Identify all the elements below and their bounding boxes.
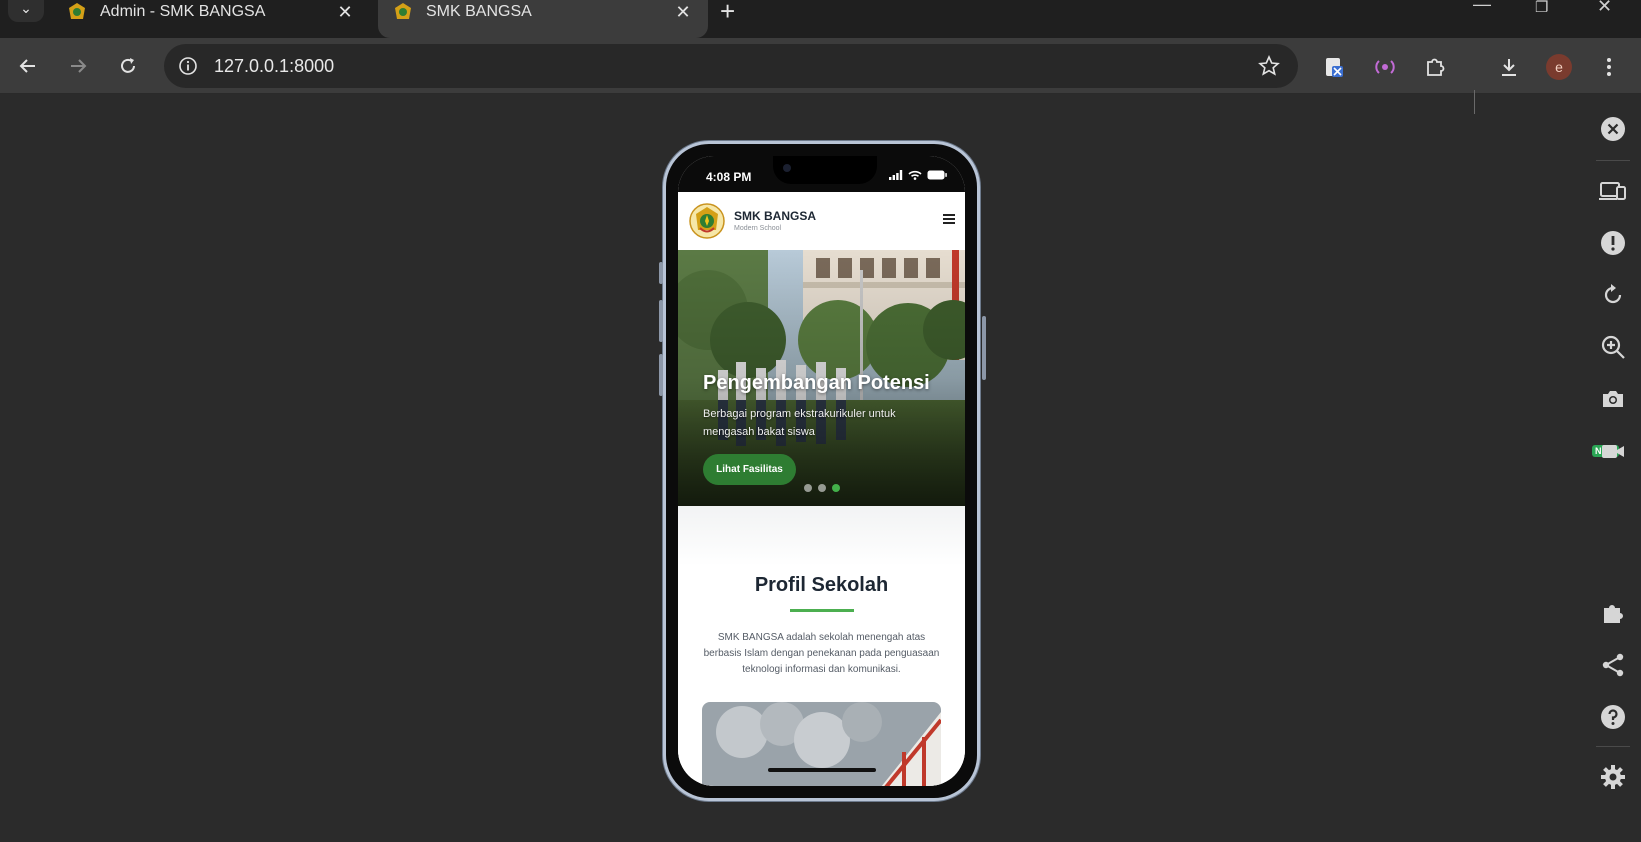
signal-icon xyxy=(889,170,903,180)
site-header: SMK BANGSA Modern School xyxy=(678,192,965,250)
hero-title: Pengembangan Potensi xyxy=(703,372,930,394)
panel-divider xyxy=(1596,746,1630,747)
video-record-icon[interactable] xyxy=(1598,436,1628,466)
view-facilities-button[interactable]: Lihat Fasilitas xyxy=(703,454,796,485)
puzzle-icon[interactable] xyxy=(1598,598,1628,628)
minimize-icon[interactable]: — xyxy=(1473,0,1491,15)
address-bar[interactable]: 127.0.0.1:8000 xyxy=(164,44,1298,88)
tab-search-button[interactable]: ⌄ xyxy=(8,0,44,22)
devices-icon[interactable] xyxy=(1598,176,1628,206)
download-icon[interactable] xyxy=(1496,54,1522,80)
title-underline xyxy=(790,609,854,612)
carousel-dot-active[interactable] xyxy=(832,484,840,492)
browser-toolbar: 127.0.0.1:8000 e xyxy=(0,38,1641,114)
tab-admin[interactable]: Admin - SMK BANGSA ✕ xyxy=(52,0,370,38)
profile-description: SMK BANGSA adalah sekolah menengah atas … xyxy=(703,632,940,675)
alert-icon[interactable] xyxy=(1598,228,1628,258)
hero-carousel: Pengembangan Potensi Berbagai program ek… xyxy=(678,250,965,506)
close-icon[interactable]: ✕ xyxy=(672,2,694,23)
close-icon[interactable]: ✕ xyxy=(334,2,356,23)
back-button[interactable] xyxy=(14,52,42,80)
school-logo-icon xyxy=(392,1,414,23)
url-text[interactable]: 127.0.0.1:8000 xyxy=(214,56,334,77)
zoom-in-icon[interactable] xyxy=(1598,332,1628,362)
site-brand[interactable]: SMK BANGSA xyxy=(734,209,816,223)
reload-button[interactable] xyxy=(114,52,142,80)
panel-divider xyxy=(1596,160,1630,161)
camera-icon[interactable] xyxy=(1598,384,1628,414)
school-logo[interactable] xyxy=(688,202,726,240)
hamburger-menu-icon[interactable] xyxy=(943,214,955,226)
rotate-icon[interactable] xyxy=(1598,280,1628,310)
school-logo-icon xyxy=(66,1,88,23)
wifi-icon xyxy=(908,170,922,180)
school-building-image xyxy=(702,702,941,786)
phone-status-bar: 4:08 PM xyxy=(678,156,965,192)
avatar: e xyxy=(1546,54,1572,80)
close-circle-icon[interactable] xyxy=(1598,114,1628,144)
extension-xlsx-icon[interactable] xyxy=(1321,54,1347,80)
phone-volume-up-button xyxy=(659,300,663,342)
phone-mockup: 4:08 PM SMK BANGSA Modern School Pengemb… xyxy=(659,141,986,801)
camera-dot xyxy=(783,164,791,172)
broadcast-icon[interactable] xyxy=(1372,54,1398,80)
help-icon[interactable] xyxy=(1598,702,1628,732)
restore-icon[interactable]: ❐ xyxy=(1535,0,1548,16)
devtools-side-panel: NEW xyxy=(1590,100,1641,842)
home-indicator xyxy=(768,768,876,772)
bookmark-star-icon[interactable] xyxy=(1258,55,1280,77)
carousel-dot[interactable] xyxy=(818,484,826,492)
info-icon[interactable] xyxy=(178,56,198,76)
arrow-left-icon xyxy=(19,59,35,73)
tab-title: SMK BANGSA xyxy=(426,3,532,20)
window-close-icon[interactable]: ✕ xyxy=(1597,0,1612,17)
dynamic-island xyxy=(773,156,877,184)
battery-icon xyxy=(927,170,947,180)
phone-screen: 4:08 PM SMK BANGSA Modern School Pengemb… xyxy=(678,156,965,786)
toolbar-divider xyxy=(1474,90,1475,114)
profile-section: Profil Sekolah SMK BANGSA adalah sekolah… xyxy=(678,506,965,786)
site-tagline: Modern School xyxy=(734,225,782,232)
menu-kebab-icon[interactable] xyxy=(1596,54,1622,80)
phone-power-button xyxy=(982,316,986,380)
carousel-indicators xyxy=(804,484,840,492)
phone-mute-button xyxy=(659,262,663,284)
tab-strip: ⌄ Admin - SMK BANGSA ✕ SMK BANGSA ✕ + — … xyxy=(0,0,1641,38)
settings-gear-icon[interactable] xyxy=(1598,762,1628,792)
profile-avatar-button[interactable]: e xyxy=(1546,54,1572,80)
arrow-right-icon xyxy=(71,59,87,73)
status-time: 4:08 PM xyxy=(706,170,752,184)
hero-description: Berbagai program ekstrakurikuler untuk m… xyxy=(703,408,896,438)
section-title: Profil Sekolah xyxy=(754,574,889,596)
forward-button[interactable] xyxy=(64,52,92,80)
extensions-puzzle-icon[interactable] xyxy=(1422,54,1448,80)
phone-volume-down-button xyxy=(659,354,663,396)
share-icon[interactable] xyxy=(1598,650,1628,680)
tab-smk-bangsa[interactable]: SMK BANGSA ✕ xyxy=(378,0,708,38)
tab-title: Admin - SMK BANGSA xyxy=(100,3,266,20)
carousel-dot[interactable] xyxy=(804,484,812,492)
reload-icon xyxy=(121,58,135,73)
new-tab-button[interactable]: + xyxy=(720,0,735,27)
